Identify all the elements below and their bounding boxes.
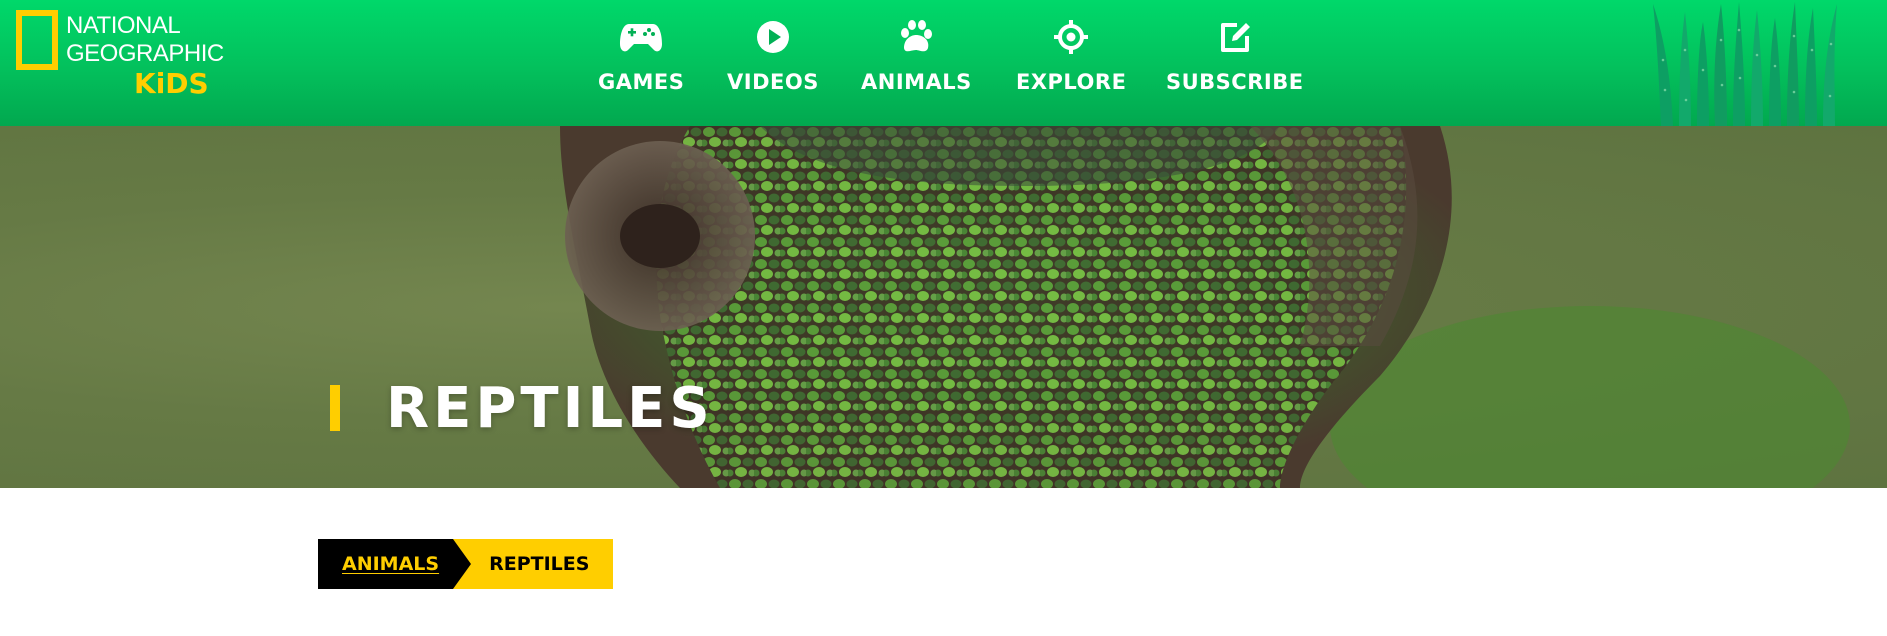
nav-item-videos[interactable]: VIDEOS — [727, 14, 819, 104]
play-icon — [750, 14, 796, 60]
page-title: REPTILES — [386, 375, 714, 441]
edit-icon — [1212, 14, 1258, 60]
main-nav: GAMES VIDEOS ANIMALS EXPLORE SUBSCRIBE — [0, 0, 1887, 126]
nav-item-animals[interactable]: ANIMALS — [861, 14, 972, 104]
nav-item-games[interactable]: GAMES — [598, 14, 684, 104]
title-accent-bar — [330, 385, 340, 431]
nav-label: EXPLORE — [1016, 70, 1127, 94]
breadcrumb-separator-arrow-icon — [453, 539, 472, 589]
paw-icon — [893, 14, 939, 60]
nav-label: SUBSCRIBE — [1166, 70, 1304, 94]
hero-banner: REPTILES — [0, 126, 1887, 488]
breadcrumb: ANIMALS REPTILES — [318, 539, 614, 589]
grass-illustration — [1653, 2, 1837, 126]
hero-title-group: REPTILES — [330, 375, 714, 441]
nav-label: GAMES — [598, 70, 685, 94]
site-header: NATIONAL GEOGRAPHIC KiDS GAMES VIDEOS AN… — [0, 0, 1887, 126]
nav-item-subscribe[interactable]: SUBSCRIBE — [1166, 14, 1304, 104]
chameleon-photo — [560, 126, 1850, 488]
nav-item-explore[interactable]: EXPLORE — [1016, 14, 1126, 104]
nav-label: ANIMALS — [861, 70, 972, 94]
breadcrumb-link-animals[interactable]: ANIMALS — [318, 539, 454, 589]
gamepad-icon — [618, 14, 664, 60]
nav-label: VIDEOS — [727, 70, 819, 94]
breadcrumb-current-page: REPTILES — [471, 539, 614, 589]
crosshair-icon — [1048, 14, 1094, 60]
